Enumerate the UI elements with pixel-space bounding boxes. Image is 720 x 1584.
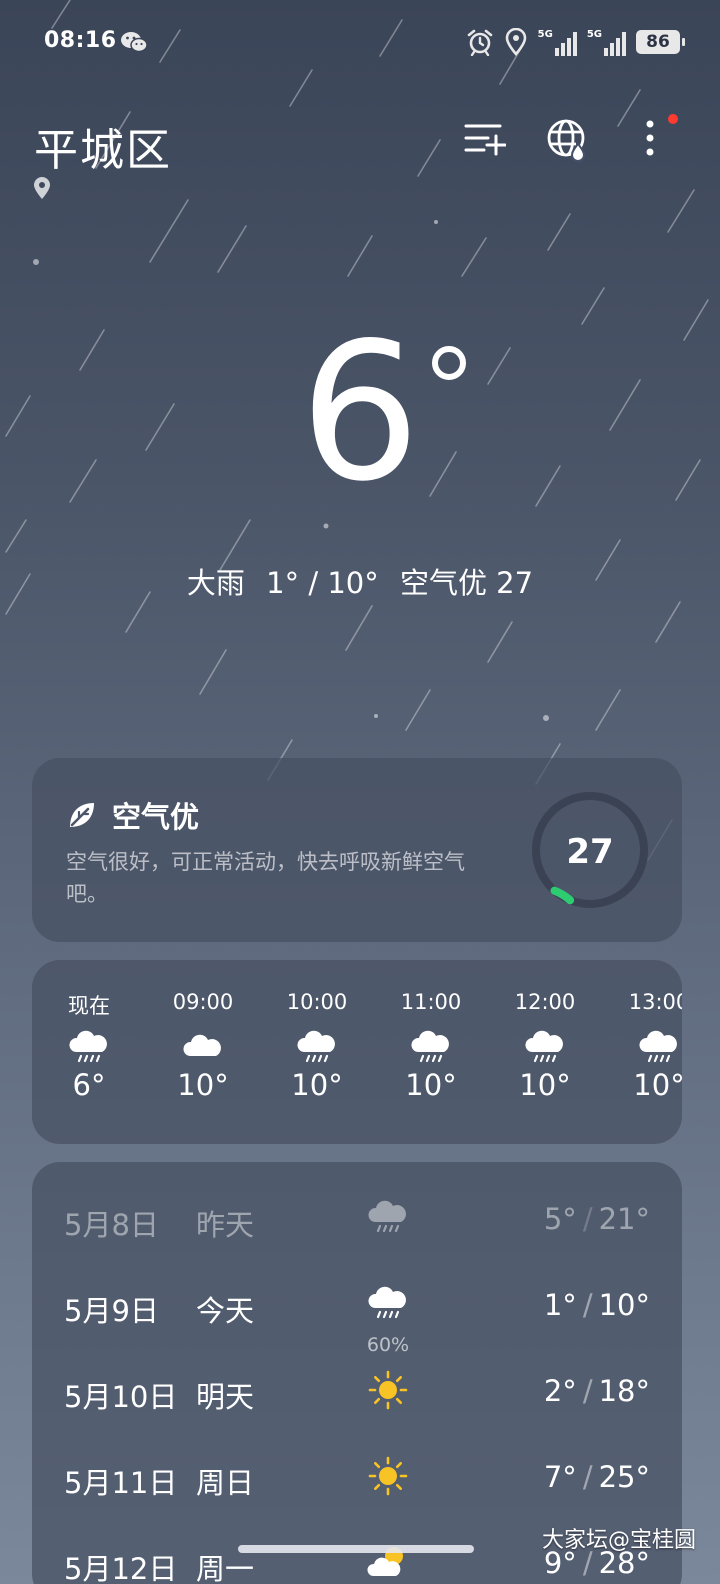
- daily-date: 5月10日: [64, 1380, 178, 1414]
- hourly-item: 12:00 10°: [490, 990, 600, 1102]
- air-quality-title: 空气优: [112, 800, 200, 834]
- battery-indicator: 86: [636, 30, 685, 54]
- status-bar: 08:16 5G 5G 86: [0, 0, 720, 84]
- hourly-temperature: 10°: [519, 1068, 571, 1102]
- daily-forecast-card[interactable]: 5月8日 昨天 5°/21° 5月9日 今天 1°/10° 60% 5月10日 明天 2°/1…: [32, 1162, 682, 1584]
- city-list-add-icon[interactable]: [462, 118, 506, 162]
- hourly-temperature: 10°: [291, 1068, 343, 1102]
- daily-high: 10°: [598, 1288, 650, 1322]
- air-quality-summary: 空气优 27: [399, 566, 534, 600]
- hourly-temperature: 10°: [177, 1068, 229, 1102]
- more-options-icon[interactable]: [628, 118, 672, 162]
- daily-date: 5月11日: [64, 1466, 178, 1500]
- hourly-time: 10:00: [286, 990, 348, 1014]
- hourly-time: 现在: [68, 994, 110, 1018]
- precipitation-probability: 60%: [366, 1334, 410, 1356]
- signal1-label: 5G: [537, 29, 553, 40]
- daily-temperature-range: 5°/21°: [544, 1202, 650, 1236]
- status-icons: 5G 5G 86: [466, 26, 685, 58]
- daily-date: 5月9日: [64, 1294, 159, 1328]
- location-status-icon: [505, 28, 526, 56]
- location-pin-icon: [34, 177, 50, 199]
- notification-dot: [668, 114, 678, 124]
- daily-high: 18°: [598, 1374, 650, 1408]
- daily-row[interactable]: 5月10日 明天 2°/18°: [32, 1362, 682, 1422]
- status-time: 08:16: [44, 28, 117, 53]
- daily-temperature-range: 7°/25°: [544, 1460, 650, 1494]
- range-separator: /: [582, 1288, 593, 1322]
- globe-weather-icon[interactable]: [546, 118, 590, 162]
- aqi-value: 27: [566, 832, 614, 872]
- top-actions: [0, 118, 720, 162]
- daily-row[interactable]: 5月11日 周日 7°/25°: [32, 1448, 682, 1508]
- daily-date: 5月8日: [64, 1208, 159, 1242]
- degree-symbol: [432, 346, 466, 380]
- daily-row[interactable]: 5月8日 昨天 5°/21°: [32, 1190, 682, 1250]
- watermark: 大家坛@宝桂圆: [541, 1528, 696, 1553]
- wechat-icon: [121, 32, 148, 53]
- hourly-temperature: 6°: [72, 1068, 106, 1102]
- temperature-value: 6: [299, 302, 421, 523]
- hourly-time: 13:00: [628, 990, 682, 1014]
- hourly-time: 12:00: [514, 990, 576, 1014]
- range-separator: /: [582, 1374, 593, 1408]
- daily-date: 5月12日: [64, 1552, 178, 1584]
- daily-row[interactable]: 5月9日 今天 1°/10° 60%: [32, 1276, 682, 1356]
- daily-day-label: 周日: [196, 1466, 255, 1500]
- weather-condition: 大雨: [186, 566, 245, 600]
- daily-day-label: 今天: [196, 1294, 255, 1328]
- cell-signal-2-icon: [604, 32, 626, 56]
- leaf-icon: [70, 803, 94, 827]
- hourly-forecast-card[interactable]: 现在 6° 09:00 10° 10:00 10° 11:00 10° 12:00 10°…: [32, 960, 682, 1144]
- rain-cloud-icon: [67, 1026, 111, 1064]
- daily-high: 25°: [598, 1460, 650, 1494]
- cloud-icon: [181, 1026, 225, 1064]
- air-quality-card[interactable]: 空气优 空气很好，可正常活动，快去呼吸新鲜空气吧。 27: [32, 758, 682, 942]
- hourly-item: 11:00 10°: [376, 990, 486, 1102]
- current-temperature: 6: [0, 318, 720, 508]
- daily-high: 21°: [598, 1202, 650, 1236]
- hourly-time: 11:00: [400, 990, 462, 1014]
- air-quality-header: 空气优: [66, 794, 199, 836]
- home-indicator[interactable]: [238, 1545, 474, 1553]
- sun-icon: [366, 1368, 410, 1412]
- rain-cloud-icon: [409, 1026, 453, 1064]
- sun-icon: [366, 1454, 410, 1498]
- daily-low: 7°: [543, 1460, 577, 1494]
- hourly-item: 09:00 10°: [148, 990, 258, 1102]
- alarm-icon: [467, 29, 492, 56]
- hourly-item: 现在 6°: [34, 990, 144, 1102]
- daily-day-label: 明天: [196, 1380, 255, 1414]
- signal2-label: 5G: [586, 29, 602, 40]
- hourly-time: 09:00: [172, 990, 234, 1014]
- daily-temperature-range: 1°/10°: [544, 1288, 650, 1322]
- hourly-item: 13:00 10°: [604, 990, 682, 1102]
- range-separator: /: [582, 1202, 593, 1236]
- hourly-item: 10:00 10°: [262, 990, 372, 1102]
- rain-cloud-icon: [523, 1026, 567, 1064]
- rain-cloud-icon: [366, 1282, 410, 1326]
- daily-low: 5°: [543, 1202, 577, 1236]
- daily-temperature-range: 2°/18°: [544, 1374, 650, 1408]
- air-quality-description: 空气很好，可正常活动，快去呼吸新鲜空气吧。: [66, 850, 465, 906]
- cell-signal-icon: [554, 32, 577, 56]
- rain-cloud-icon: [637, 1026, 681, 1064]
- rain-cloud-icon: [366, 1196, 410, 1240]
- daily-day-label: 昨天: [196, 1208, 255, 1242]
- temperature-range: 1° / 10°: [266, 566, 379, 600]
- aqi-gauge-fill: [550, 886, 575, 905]
- hourly-temperature: 10°: [633, 1068, 682, 1102]
- range-separator: /: [582, 1460, 593, 1494]
- daily-low: 2°: [543, 1374, 577, 1408]
- rain-cloud-icon: [295, 1026, 339, 1064]
- hourly-temperature: 10°: [405, 1068, 457, 1102]
- daily-low: 1°: [543, 1288, 577, 1322]
- weather-summary[interactable]: 大雨 1° / 10° 空气优 27: [0, 560, 720, 602]
